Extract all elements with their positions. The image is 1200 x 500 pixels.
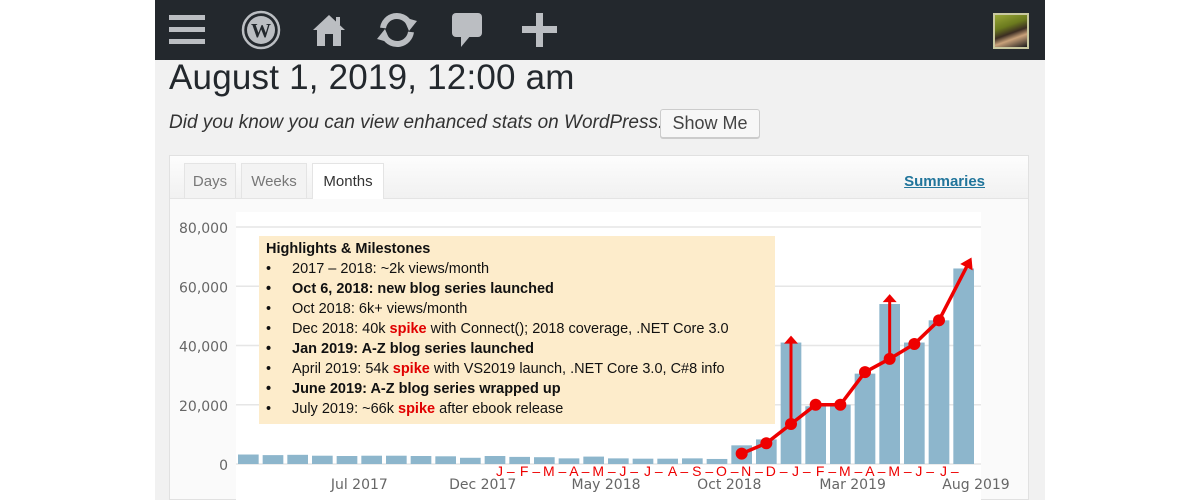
- month-letter: M –: [888, 463, 912, 479]
- callout-text: with Connect(); 2018 coverage, .NET Core…: [426, 321, 729, 337]
- month-letter: N –: [741, 463, 763, 479]
- bar: [410, 456, 432, 464]
- bar: [238, 454, 259, 464]
- callout-item: Oct 2018: 6k+ views/month: [266, 299, 775, 319]
- month-letter: A –: [668, 463, 688, 479]
- month-letters: J – F – M – A – M – J – J – A – S – O – N – D – J – F…: [496, 463, 959, 479]
- bar: [361, 455, 382, 464]
- trend-point: [809, 398, 822, 411]
- month-letter: M –: [592, 463, 616, 479]
- callout-item: June 2019: A-Z blog series wrapped up: [266, 379, 775, 399]
- trend-point: [908, 338, 921, 351]
- spike-label: spike: [392, 361, 430, 377]
- trend-point: [883, 352, 896, 365]
- month-letter: J –: [644, 463, 663, 479]
- month-letter: J –: [792, 463, 811, 479]
- spike-label: spike: [389, 321, 427, 337]
- month-letter: F –: [520, 463, 540, 479]
- month-letter: A –: [865, 463, 885, 479]
- month-letter: O –: [716, 463, 739, 479]
- trend-point: [760, 437, 773, 450]
- x-tick-label: Oct 2018: [697, 477, 761, 493]
- bar: [830, 404, 851, 464]
- y-tick-label: 40,000: [179, 340, 228, 356]
- y-tick-label: 20,000: [179, 399, 228, 415]
- x-tick-label: Dec 2017: [449, 477, 516, 493]
- callout-text: Oct 2018: 6k+ views/month: [292, 301, 468, 317]
- trend-point: [834, 398, 847, 411]
- callout-item: July 2019: ~66k spike after ebook releas…: [266, 399, 775, 419]
- callout-item: Oct 6, 2018: new blog series launched: [266, 279, 775, 299]
- bar: [435, 456, 456, 464]
- y-tick-label: 60,000: [179, 280, 228, 296]
- callout-text: June 2019: A-Z blog series wrapped up: [292, 381, 561, 397]
- bar: [928, 320, 950, 464]
- y-tick-label: 80,000: [179, 221, 228, 237]
- callout-text: 2017 – 2018: ~2k views/month: [292, 261, 490, 277]
- callout-text: Jan 2019: A-Z blog series launched: [292, 341, 535, 357]
- x-tick-label: May 2018: [571, 477, 640, 493]
- callout-item: Jan 2019: A-Z blog series launched: [266, 339, 775, 359]
- month-letter: J –: [940, 463, 959, 479]
- callout-list: 2017 – 2018: ~2k views/month Oct 6, 2018:…: [266, 259, 775, 419]
- spike-label: spike: [398, 401, 436, 417]
- trend-point: [933, 314, 945, 327]
- callout-text: after ebook release: [435, 401, 564, 417]
- callout-item: Dec 2018: 40k spike with Connect(); 2018…: [266, 319, 775, 339]
- month-letter: M –: [543, 463, 567, 479]
- bar: [460, 457, 481, 464]
- bar: [953, 268, 974, 464]
- trend-point: [735, 447, 748, 460]
- callout-title: Highlights & Milestones: [266, 241, 431, 257]
- bar: [854, 373, 876, 464]
- x-tick-label: Mar 2019: [819, 477, 886, 493]
- callout-text: Dec 2018: 40k: [292, 321, 390, 337]
- y-axis: 0 20,000 40,000 60,000 80,000: [179, 221, 228, 474]
- callout-text: April 2019: 54k: [292, 361, 393, 377]
- month-letter: J –: [619, 463, 638, 479]
- trend-point: [859, 366, 871, 379]
- callout-text: July 2019: ~66k: [292, 401, 399, 417]
- month-letter: J –: [915, 463, 934, 479]
- callout-text: with VS2019 launch, .NET Core 3.0, C#8 i…: [429, 361, 725, 377]
- y-tick-label: 0: [219, 458, 228, 474]
- callout-item: 2017 – 2018: ~2k views/month: [266, 259, 775, 279]
- callout-item: April 2019: 54k spike with VS2019 launch…: [266, 359, 775, 379]
- month-letter: S –: [692, 463, 713, 479]
- bar: [386, 455, 407, 464]
- trend-point: [785, 418, 797, 431]
- bar: [805, 406, 826, 464]
- x-tick-label: Jul 2017: [330, 477, 388, 493]
- highlights-callout: Highlights & Milestones 2017 – 2018: ~2k…: [259, 236, 775, 424]
- x-tick-label: Aug 2019: [942, 477, 1009, 493]
- month-letter: D –: [766, 463, 788, 479]
- bar: [312, 455, 333, 464]
- month-letter: M –: [839, 463, 863, 479]
- bar: [287, 454, 308, 464]
- month-letter: F –: [816, 463, 836, 479]
- bar: [336, 456, 358, 464]
- bar: [904, 342, 925, 464]
- month-letter: J –: [496, 463, 515, 479]
- month-letter: A –: [569, 463, 589, 479]
- bar: [262, 455, 284, 464]
- callout-text: Oct 6, 2018: new blog series launched: [292, 281, 554, 297]
